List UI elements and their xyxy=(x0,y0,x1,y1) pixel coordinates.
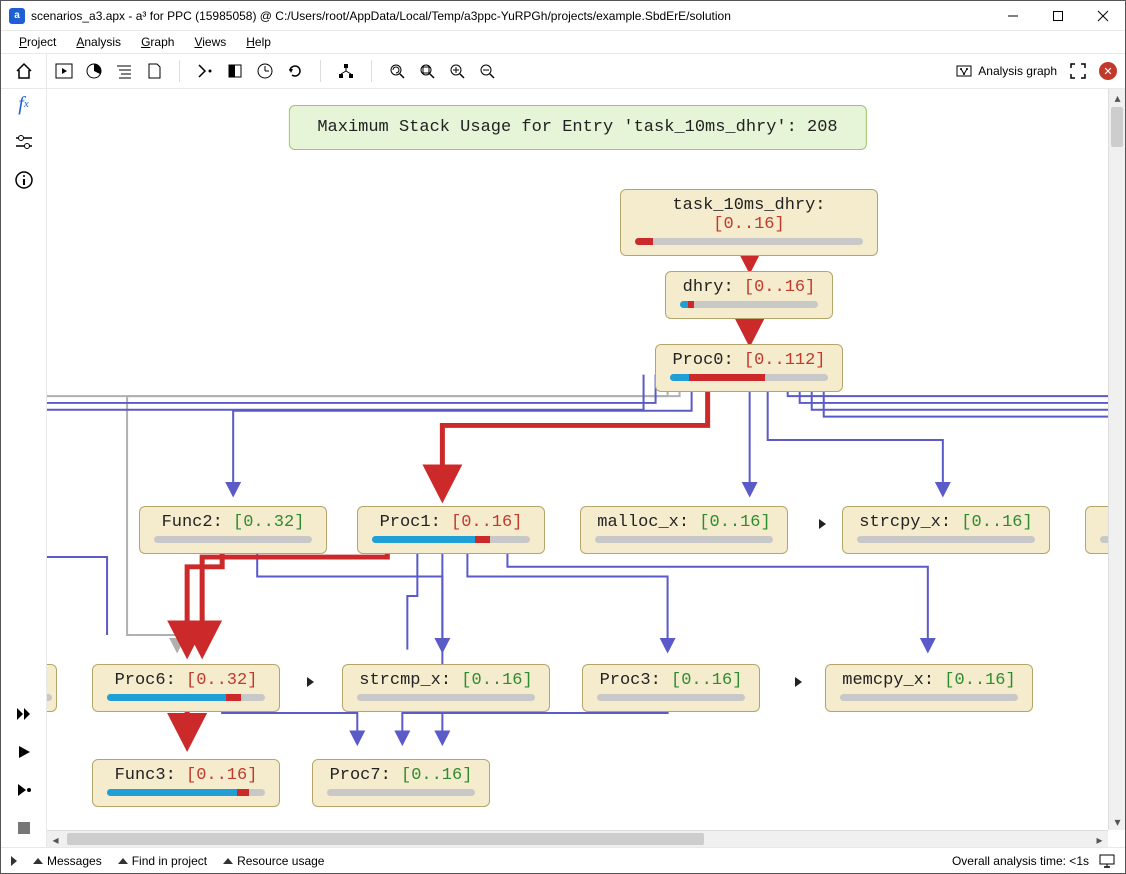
node-func3[interactable]: Func3: [0..16] xyxy=(92,759,280,807)
scroll-right-icon[interactable]: ▸ xyxy=(1091,831,1108,847)
node-proc6[interactable]: Proc6: [0..32] xyxy=(92,664,280,712)
node-strcpy[interactable]: strcpy_x: [0..16] xyxy=(842,506,1050,554)
left-rail: fx xyxy=(1,89,47,847)
fullscreen-icon[interactable] xyxy=(1069,62,1087,80)
fast-forward-icon[interactable] xyxy=(15,705,33,723)
home-icon[interactable] xyxy=(15,62,33,80)
play-window-icon[interactable] xyxy=(55,62,73,80)
tree-icon[interactable] xyxy=(337,62,355,80)
node-memcpy[interactable]: memcpy_x: [0..16] xyxy=(825,664,1033,712)
graph-pane[interactable]: Maximum Stack Usage for Entry 'task_10ms… xyxy=(47,89,1125,847)
menu-graph[interactable]: Graph xyxy=(133,33,182,51)
scrollbar-vertical[interactable]: ▴ ▾ xyxy=(1108,89,1125,830)
analysis-graph-label: Analysis graph xyxy=(978,64,1057,78)
stop-icon[interactable] xyxy=(15,819,33,837)
menubar: Project Analysis Graph Views Help xyxy=(1,31,1125,53)
list-icon[interactable] xyxy=(115,62,133,80)
status-time: Overall analysis time: <1s xyxy=(952,854,1089,868)
node-malloc[interactable]: malloc_x: [0..16] xyxy=(580,506,788,554)
node-proc3[interactable]: Proc3: [0..16] xyxy=(582,664,760,712)
titlebar: a scenarios_a3.apx - a³ for PPC (1598505… xyxy=(1,1,1125,31)
expand-icon[interactable] xyxy=(307,677,314,687)
info-icon[interactable] xyxy=(15,171,33,189)
node-proc0[interactable]: Proc0: [0..112] xyxy=(655,344,843,392)
zoom-reset-icon[interactable] xyxy=(388,62,406,80)
expand-statusbar-icon[interactable] xyxy=(11,856,17,866)
maximize-button[interactable] xyxy=(1035,1,1080,30)
zoom-fit-icon[interactable] xyxy=(418,62,436,80)
zoom-out-icon[interactable] xyxy=(478,62,496,80)
expand-icon[interactable] xyxy=(819,519,826,529)
status-messages[interactable]: Messages xyxy=(33,854,102,868)
menu-help[interactable]: Help xyxy=(238,33,279,51)
node-task[interactable]: task_10ms_dhry: [0..16] xyxy=(620,189,878,256)
analysis-graph-indicator[interactable]: Analysis graph xyxy=(956,63,1057,79)
menu-analysis[interactable]: Analysis xyxy=(68,33,129,51)
node-partial-left[interactable] xyxy=(47,664,57,712)
sliders-icon[interactable] xyxy=(15,133,33,151)
fx-icon[interactable]: fx xyxy=(15,95,33,113)
clock-icon[interactable] xyxy=(256,62,274,80)
menu-views[interactable]: Views xyxy=(186,33,234,51)
monitor-icon[interactable] xyxy=(1099,854,1115,868)
app-icon: a xyxy=(9,8,25,24)
half-icon[interactable] xyxy=(226,62,244,80)
scroll-left-icon[interactable]: ◂ xyxy=(47,831,64,847)
analysis-banner: Maximum Stack Usage for Entry 'task_10ms… xyxy=(288,105,866,150)
node-dhry[interactable]: dhry: [0..16] xyxy=(665,271,833,319)
document-icon[interactable] xyxy=(145,62,163,80)
scrollbar-horizontal[interactable]: ◂ ▸ xyxy=(47,830,1108,847)
status-find[interactable]: Find in project xyxy=(118,854,207,868)
node-proc7[interactable]: Proc7: [0..16] xyxy=(312,759,490,807)
status-resource[interactable]: Resource usage xyxy=(223,854,324,868)
play-to-icon[interactable] xyxy=(15,781,33,799)
pie-icon[interactable] xyxy=(85,62,103,80)
zoom-in-icon[interactable] xyxy=(448,62,466,80)
scroll-up-icon[interactable]: ▴ xyxy=(1109,89,1125,106)
step-icon[interactable] xyxy=(196,62,214,80)
scroll-thumb-horizontal[interactable] xyxy=(67,833,704,845)
close-button[interactable] xyxy=(1080,1,1125,30)
expand-icon[interactable] xyxy=(795,677,802,687)
play-icon[interactable] xyxy=(15,743,33,761)
scroll-thumb-vertical[interactable] xyxy=(1111,107,1123,147)
scroll-down-icon[interactable]: ▾ xyxy=(1109,813,1125,830)
statusbar: Messages Find in project Resource usage … xyxy=(1,847,1125,873)
menu-project[interactable]: Project xyxy=(11,33,64,51)
node-func2[interactable]: Func2: [0..32] xyxy=(139,506,327,554)
window-title: scenarios_a3.apx - a³ for PPC (15985058)… xyxy=(31,9,990,23)
node-proc1[interactable]: Proc1: [0..16] xyxy=(357,506,545,554)
close-view-button[interactable]: ✕ xyxy=(1099,62,1117,80)
minimize-button[interactable] xyxy=(990,1,1035,30)
refresh-icon[interactable] xyxy=(286,62,304,80)
node-strcmp[interactable]: strcmp_x: [0..16] xyxy=(342,664,550,712)
toolbar: Analysis graph ✕ xyxy=(1,53,1125,89)
